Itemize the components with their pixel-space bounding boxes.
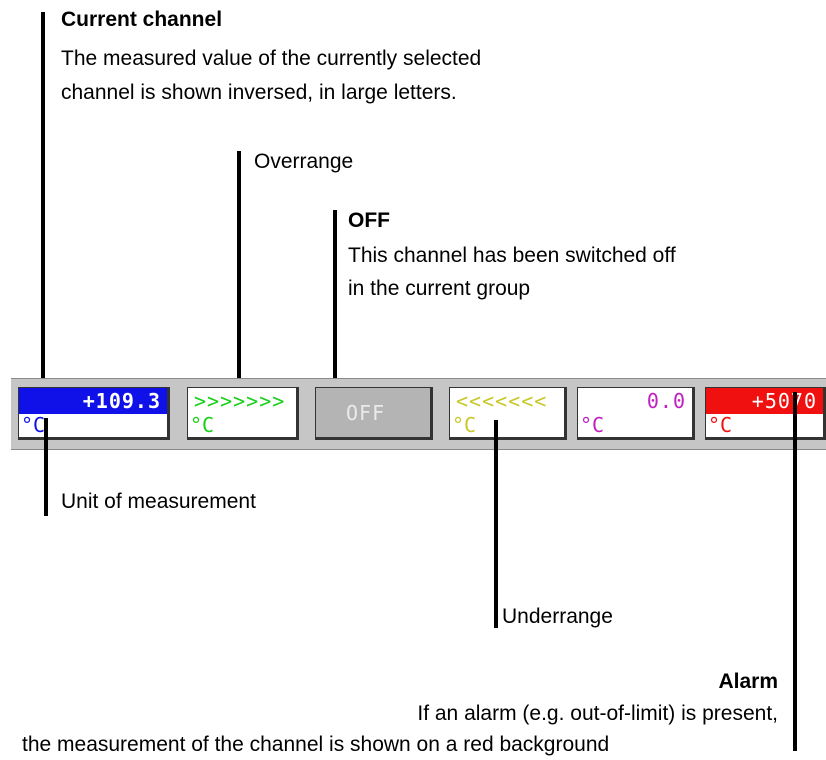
channel-value: +109.3	[82, 389, 161, 413]
alarm-pointer	[793, 392, 797, 751]
off-desc-1: This channel has been switched off	[348, 244, 676, 267]
channel-alarm[interactable]: +5070 °C	[705, 387, 826, 440]
channel-unit: °C	[708, 413, 733, 437]
off-desc-2: in the current group	[348, 277, 531, 300]
channel-current[interactable]: +109.3 °C	[18, 387, 170, 440]
channel-overrange[interactable]: >>>>>>> °C	[187, 387, 299, 440]
channel-value: 0.0	[646, 389, 686, 413]
channel-value: >>>>>>>	[194, 389, 286, 413]
channel-unit: °C	[190, 413, 215, 437]
current-channel-pointer	[41, 12, 45, 396]
overrange-label: Overrange	[254, 150, 354, 173]
off-title: OFF	[348, 209, 390, 232]
underrange-pointer	[494, 420, 498, 628]
current-channel-desc-1: The measured value of the currently sele…	[61, 47, 482, 70]
channel-strip: +109.3 °C >>>>>>> °C OFF <<<<<<< °C 0.0 …	[11, 378, 826, 450]
alarm-desc-1: If an alarm (e.g. out-of-limit) is prese…	[417, 702, 778, 725]
current-channel-title: Current channel	[61, 8, 223, 31]
channel-off[interactable]: OFF	[315, 387, 433, 440]
alarm-title: Alarm	[718, 670, 778, 693]
current-channel-desc-2: channel is shown inversed, in large lett…	[61, 81, 457, 104]
off-pointer	[333, 210, 337, 403]
underrange-label: Underrange	[502, 605, 613, 628]
channel-underrange[interactable]: <<<<<<< °C	[449, 387, 567, 440]
channel-normal[interactable]: 0.0 °C	[577, 387, 695, 440]
channel-value: OFF	[346, 401, 386, 425]
unit-label: Unit of measurement	[61, 490, 256, 513]
overrange-pointer	[237, 151, 241, 392]
unit-pointer	[44, 418, 48, 516]
channel-unit: °C	[21, 413, 46, 437]
channel-unit: °C	[452, 413, 477, 437]
channel-unit: °C	[580, 413, 605, 437]
alarm-desc-2: the measurement of the channel is shown …	[22, 733, 610, 756]
channel-value: +5070	[751, 389, 817, 413]
channel-value: <<<<<<<	[456, 389, 548, 413]
